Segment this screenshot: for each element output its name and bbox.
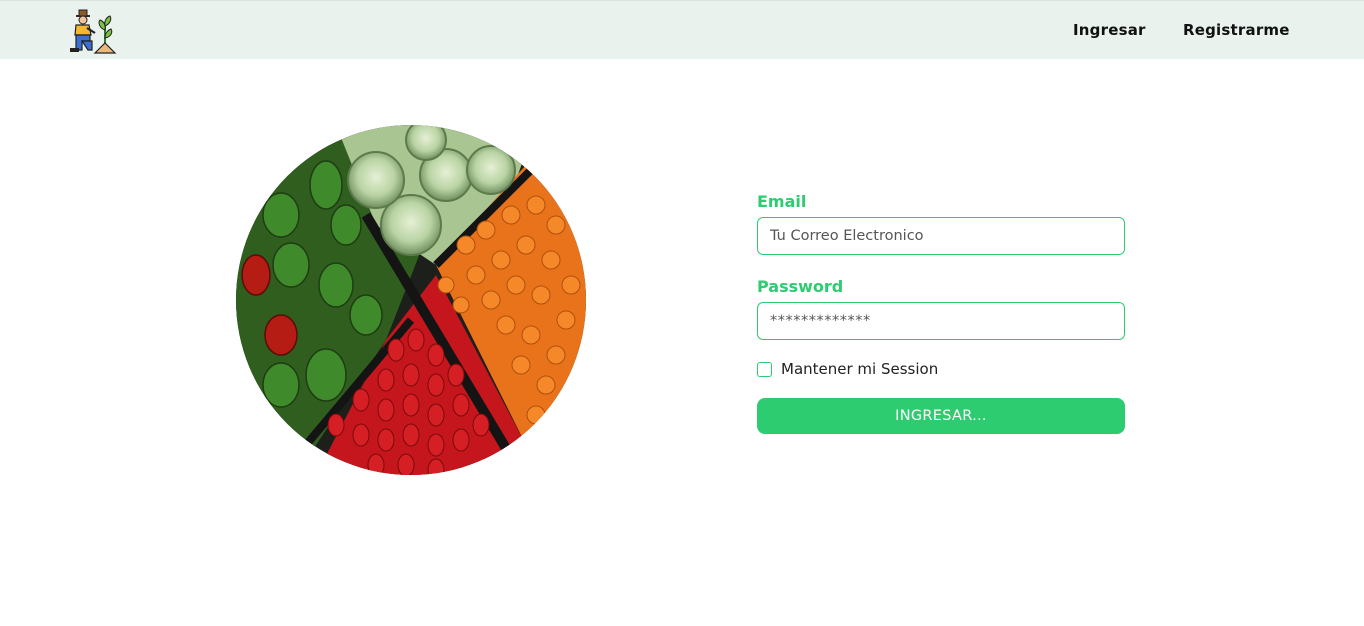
vegetables-hero-image [236,125,586,475]
nav-registrarme-link[interactable]: Registrarme [1183,21,1290,39]
top-navbar: Ingresar Registrarme [0,0,1364,59]
login-form: Email Password Mantener mi Session INGRE… [757,188,1125,434]
email-input[interactable] [757,217,1125,255]
email-label: Email [757,192,807,211]
remember-session-label: Mantener mi Session [781,360,939,378]
ingresar-submit-button[interactable]: INGRESAR... [757,398,1125,434]
password-label: Password [757,277,844,296]
remember-session-row: Mantener mi Session [757,360,1125,378]
nav-ingresar-link[interactable]: Ingresar [1073,21,1146,39]
remember-session-checkbox[interactable] [757,361,772,377]
farmer-logo-icon[interactable] [67,8,117,54]
password-input[interactable] [757,302,1125,340]
